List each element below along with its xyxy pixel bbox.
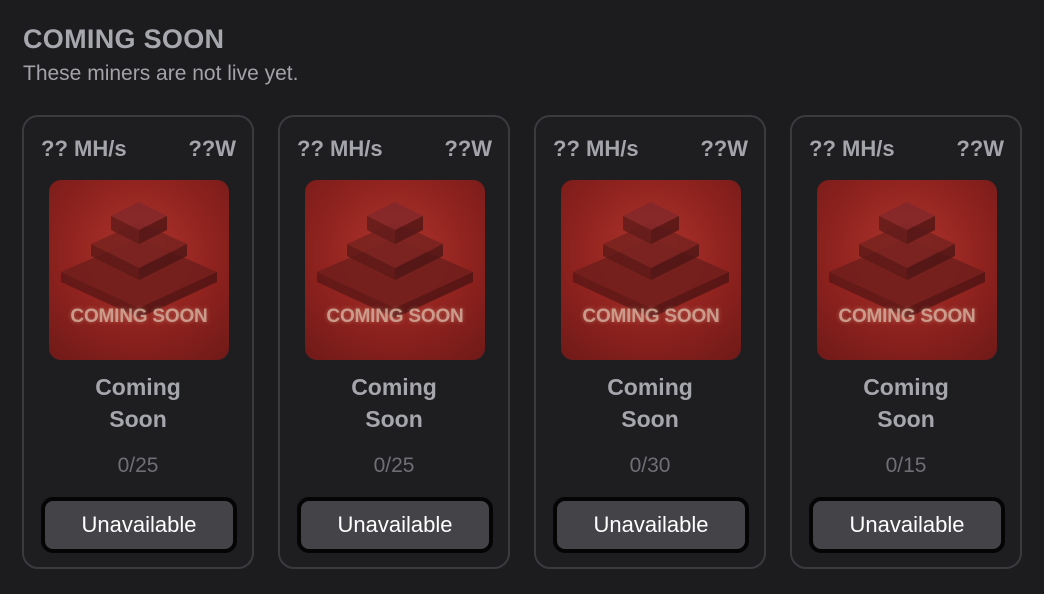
hashrate-label: ?? MH/s: [41, 136, 127, 161]
miner-name: Coming Soon: [792, 371, 1020, 435]
thumbnail-label: COMING SOON: [582, 306, 720, 327]
miner-name: Coming Soon: [536, 371, 764, 435]
unavailable-button[interactable]: Unavailable: [297, 497, 493, 553]
miner-card: ?? MH/s ??W COMING SOON Coming: [278, 115, 510, 569]
thumbnail-label: COMING SOON: [838, 306, 976, 327]
power-label: ??W: [700, 136, 748, 161]
miner-thumbnail: COMING SOON: [49, 180, 229, 360]
power-label: ??W: [956, 136, 1004, 161]
miner-stats: ?? MH/s ??W: [41, 136, 236, 162]
section-title: COMING SOON: [23, 24, 225, 54]
miner-thumbnail: COMING SOON: [817, 180, 997, 360]
miner-cube-icon: [573, 202, 729, 318]
miner-cube-icon: [829, 202, 985, 318]
miner-stats: ?? MH/s ??W: [809, 136, 1004, 162]
miner-name-line2: Soon: [365, 406, 423, 432]
miner-name-line1: Coming: [863, 374, 949, 400]
stock-count: 0/15: [885, 454, 927, 477]
power-label: ??W: [188, 136, 236, 161]
stock-count: 0/30: [629, 454, 671, 477]
unavailable-button[interactable]: Unavailable: [809, 497, 1005, 553]
miner-thumbnail: COMING SOON: [305, 180, 485, 360]
miner-name-line1: Coming: [607, 374, 693, 400]
hashrate-label: ?? MH/s: [553, 136, 639, 161]
miner-name: Coming Soon: [24, 371, 252, 435]
unavailable-button[interactable]: Unavailable: [553, 497, 749, 553]
miner-name-line2: Soon: [109, 406, 167, 432]
stock-count: 0/25: [117, 454, 159, 477]
section-subtitle: These miners are not live yet.: [23, 62, 299, 85]
stock-count: 0/25: [373, 454, 415, 477]
thumbnail-label: COMING SOON: [326, 306, 464, 327]
miner-thumbnail: COMING SOON: [561, 180, 741, 360]
power-label: ??W: [444, 136, 492, 161]
miner-cube-icon: [317, 202, 473, 318]
hashrate-label: ?? MH/s: [809, 136, 895, 161]
miner-name-line1: Coming: [351, 374, 437, 400]
miner-card: ?? MH/s ??W COMING SOON Coming: [534, 115, 766, 569]
miner-name-line2: Soon: [621, 406, 679, 432]
miner-card: ?? MH/s ??W COMING SOON Coming: [790, 115, 1022, 569]
miner-cube-icon: [61, 202, 217, 318]
miner-stats: ?? MH/s ??W: [297, 136, 492, 162]
miner-stats: ?? MH/s ??W: [553, 136, 748, 162]
miner-name-line2: Soon: [877, 406, 935, 432]
thumbnail-label: COMING SOON: [70, 306, 208, 327]
miner-card-list: ?? MH/s ??W COMING SOON Coming Soon 0/25…: [22, 115, 1022, 569]
unavailable-button[interactable]: Unavailable: [41, 497, 237, 553]
miner-card: ?? MH/s ??W COMING SOON Coming: [22, 115, 254, 569]
miner-name-line1: Coming: [95, 374, 181, 400]
coming-soon-section: COMING SOON These miners are not live ye…: [0, 0, 1044, 594]
miner-name: Coming Soon: [280, 371, 508, 435]
hashrate-label: ?? MH/s: [297, 136, 383, 161]
